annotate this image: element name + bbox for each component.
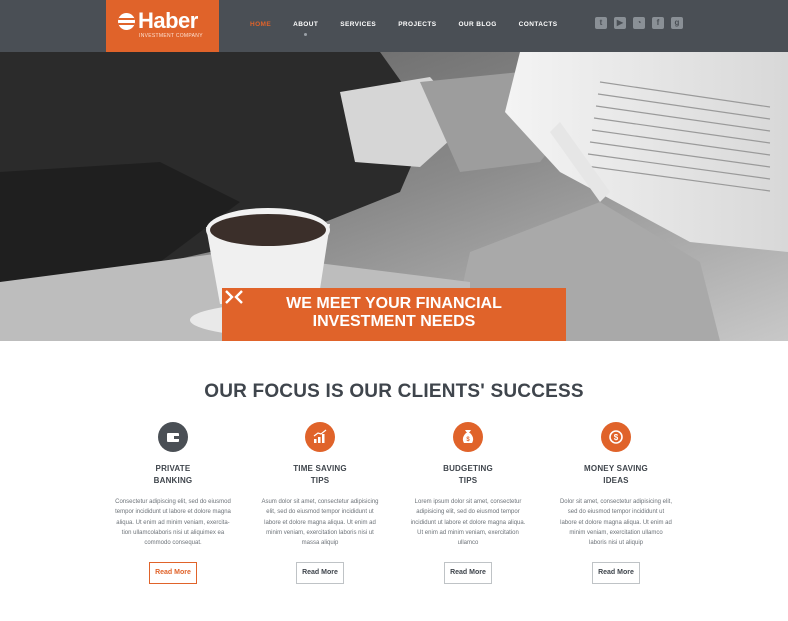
feature-text-line: incididunt ut labore et dolore magna ali… <box>410 519 526 526</box>
nav-item-home[interactable]: HOME <box>250 0 271 52</box>
feature-text-line: adipisicing elit, sed do eiusmod tempor <box>416 509 520 516</box>
feature-title-line2: BANKING <box>153 476 193 485</box>
nav-item-about-label: ABOUT <box>293 21 319 28</box>
feature-text-line: aliqua. Ut enim ad minim veniam, exercit… <box>116 519 230 526</box>
feature-text-line: tion ullamcolaboris nisi ut aliquimex ea <box>121 529 225 536</box>
feature-title-line1: TIME SAVING <box>293 464 347 473</box>
feature-text-line: minim veniam, exercitation ullamco <box>569 529 663 536</box>
logo-mark-icon <box>118 13 135 30</box>
read-more-button[interactable]: Read More <box>592 562 640 584</box>
feature-text-line: commodo consequat. <box>144 540 202 547</box>
money-bag-icon: $ <box>453 422 483 452</box>
feature-title: BUDGETING TIPS <box>393 463 543 487</box>
arrow-right-icon[interactable] <box>222 288 236 306</box>
feature-title-line1: MONEY SAVING <box>584 464 648 473</box>
feature-text: Asum dolor sit amet, consectetur adipisi… <box>258 497 382 548</box>
main-nav: HOME ABOUT SERVICES PROJECTS OUR BLOG CO… <box>250 0 580 52</box>
feature-title-line2: IDEAS <box>603 476 629 485</box>
read-more-button[interactable]: Read More <box>296 562 344 584</box>
hero-caption: WE MEET YOUR FINANCIAL INVESTMENT NEEDS <box>222 288 566 341</box>
hero-slider: WE MEET YOUR FINANCIAL INVESTMENT NEEDS <box>0 52 788 341</box>
nav-item-contacts[interactable]: CONTACTS <box>519 0 558 52</box>
hero-title: WE MEET YOUR FINANCIAL INVESTMENT NEEDS <box>262 295 526 331</box>
feature-card: $ MONEY SAVING IDEAS Dolor sit amet, con… <box>541 422 691 584</box>
nav-item-services[interactable]: SERVICES <box>340 0 376 52</box>
logo-name: Haber <box>138 8 198 33</box>
feature-text-line: ullamco <box>457 540 479 547</box>
feature-text-line: Lorem ipsum dolor sit amet, consectetur <box>414 499 522 505</box>
feature-text-line: Dolor sit amet, consectetur adipisicing … <box>559 499 673 505</box>
google-plus-icon[interactable]: g <box>671 17 683 29</box>
nav-item-projects[interactable]: PROJECTS <box>398 0 436 52</box>
feature-title: PRIVATE BANKING <box>98 463 248 487</box>
social-links: t ▶ ◔ f g <box>595 17 690 29</box>
feature-text-line: sed do eiusmod tempor incididunt ut <box>567 509 665 516</box>
wallet-icon <box>158 422 188 452</box>
chart-icon <box>305 422 335 452</box>
hero-title-line1: WE MEET YOUR FINANCIAL <box>286 295 502 312</box>
feature-card: $ BUDGETING TIPS Lorem ipsum dolor sit a… <box>393 422 543 584</box>
feature-text: Dolor sit amet, consectetur adipisicing … <box>554 497 678 548</box>
feature-text-line: laboris nisi ut aliquip <box>588 540 644 547</box>
logo-tagline: INVESTMENT COMPANY <box>139 33 203 39</box>
section-title: OUR FOCUS IS OUR CLIENTS' SUCCESS <box>204 381 584 402</box>
feature-title: TIME SAVING TIPS <box>245 463 395 487</box>
feature-text-line: massa aliquip <box>301 540 339 547</box>
feature-text-line: tempor incididunt ut labore et dolore ma… <box>115 509 231 516</box>
svg-text:$: $ <box>614 433 619 442</box>
feature-text-line: Asum dolor sit amet, consectetur adipisi… <box>261 499 379 505</box>
feature-title-line2: TIPS <box>458 476 478 485</box>
facebook-icon[interactable]: f <box>652 17 664 29</box>
read-more-button[interactable]: Read More <box>149 562 197 584</box>
feature-title-line1: BUDGETING <box>443 464 493 473</box>
feature-text-line: elit, sed do eiusmod tempor incididunt u… <box>266 509 374 516</box>
feature-text-line: labore et dolore magna aliqua. Ut enim a… <box>264 519 376 526</box>
feature-title-line2: TIPS <box>310 476 330 485</box>
nav-item-about[interactable]: ABOUT <box>293 0 318 52</box>
logo[interactable]: Haber INVESTMENT COMPANY <box>106 0 219 52</box>
read-more-button[interactable]: Read More <box>444 562 492 584</box>
feature-text-line: labore et dolore magna aliqua. Ut enim a… <box>560 519 672 526</box>
feature-title-line1: PRIVATE <box>155 464 191 473</box>
feature-text-line: Consectetur adipiscing elit, sed do eius… <box>115 499 231 505</box>
submenu-dot-icon <box>304 33 308 36</box>
nav-item-blog[interactable]: OUR BLOG <box>458 0 496 52</box>
feature-card: TIME SAVING TIPS Asum dolor sit amet, co… <box>245 422 395 584</box>
hero-title-line2: INVESTMENT NEEDS <box>312 313 476 330</box>
feature-text: Lorem ipsum dolor sit amet, consectetur … <box>406 497 530 548</box>
feature-text-line: Ut enim ad minim veniam, exercitation <box>417 529 519 536</box>
feature-title: MONEY SAVING IDEAS <box>541 463 691 487</box>
dollar-coin-icon: $ <box>601 422 631 452</box>
feature-card: PRIVATE BANKING Consectetur adipiscing e… <box>98 422 248 584</box>
site-header: Haber INVESTMENT COMPANY HOME ABOUT SERV… <box>0 0 788 52</box>
feature-text-line: minim veniam, exercitation laboris nisi … <box>266 529 374 536</box>
youtube-icon[interactable]: ▶ <box>614 17 626 29</box>
rss-icon[interactable]: ◔ <box>633 17 645 29</box>
feature-text: Consectetur adipiscing elit, sed do eius… <box>111 497 235 548</box>
twitter-icon[interactable]: t <box>595 17 607 29</box>
